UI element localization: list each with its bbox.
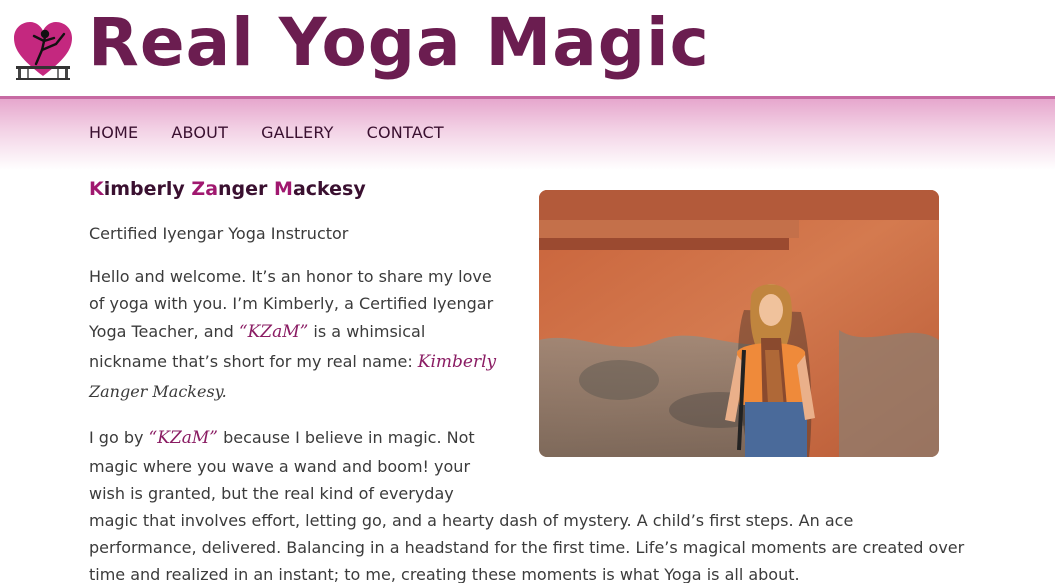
nav-about[interactable]: ABOUT — [171, 123, 228, 142]
para1-line2: of yoga with you. I’m Kimberly, a Certif… — [89, 294, 494, 313]
para1-line1: Hello and welcome. It’s an honor to shar… — [89, 267, 492, 286]
para2-line4: magic that involves effort, letting go, … — [89, 511, 854, 530]
site-header: Real Yoga Magic — [0, 0, 1055, 96]
para1-line4: nickname that’s short for my real name: … — [89, 352, 497, 372]
nav-contact[interactable]: CONTACT — [367, 123, 444, 142]
nav-gallery[interactable]: GALLERY — [261, 123, 334, 142]
para2-line1: I go by “KZaM” because I believe in magi… — [89, 428, 475, 448]
nav-home[interactable]: HOME — [89, 123, 138, 142]
para1-line5: Zanger Mackesy. — [89, 382, 227, 401]
nav-bar: HOME ABOUT GALLERY CONTACT — [0, 96, 1055, 170]
site-title[interactable]: Real Yoga Magic — [88, 4, 710, 81]
page-heading: Kimberly Zanger Mackesy — [89, 178, 366, 200]
para2-line2: magic where you wave a wand and boom! yo… — [89, 457, 471, 476]
instructor-photo — [539, 190, 939, 457]
main-nav: HOME ABOUT GALLERY CONTACT — [89, 123, 477, 142]
para1-line3: Yoga Teacher, and “KZaM” is a whimsical — [89, 322, 426, 342]
para2-line3: wish is granted, but the real kind of ev… — [89, 484, 454, 503]
para2-line5: performance, delivered. Balancing in a h… — [89, 538, 965, 557]
subtitle: Certified Iyengar Yoga Instructor — [89, 224, 349, 243]
para2-line6: time and realized in an instant; to me, … — [89, 565, 800, 583]
yoga-heart-logo-icon[interactable] — [12, 20, 74, 82]
instructor-photo-image — [539, 190, 939, 457]
